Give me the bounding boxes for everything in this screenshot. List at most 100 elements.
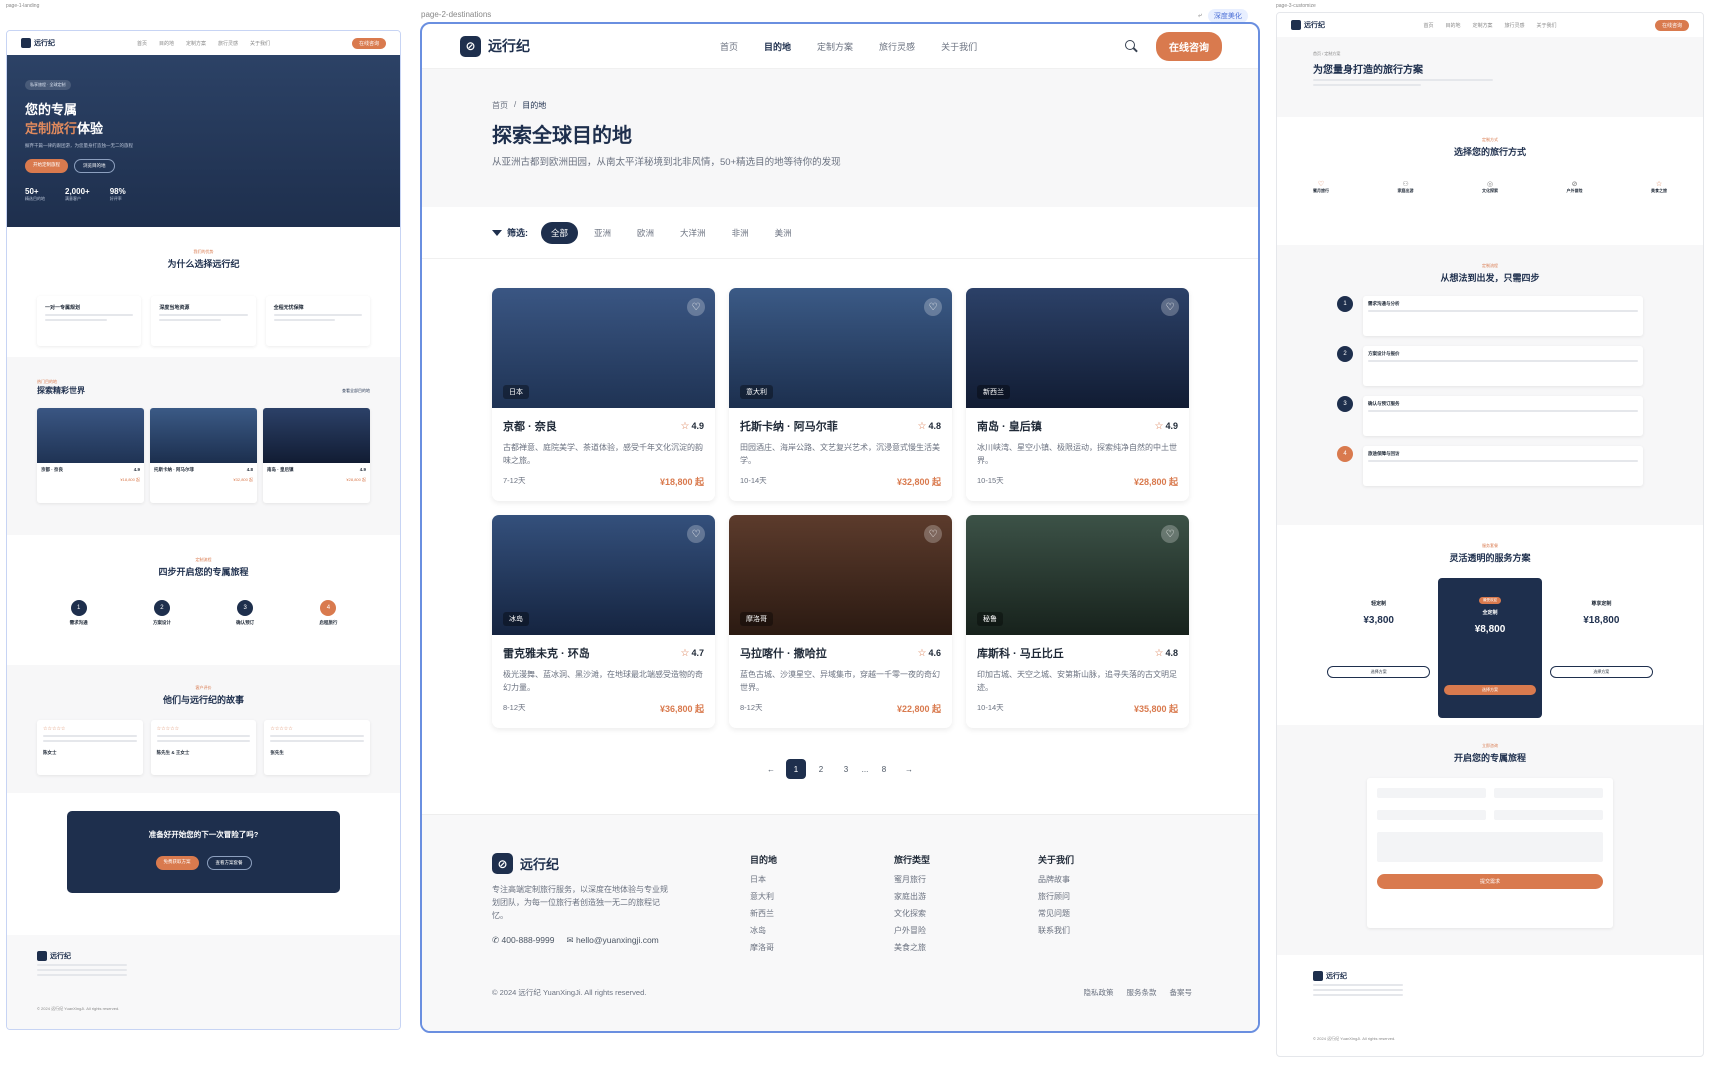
destination-image: ♡ 新西兰: [966, 288, 1189, 408]
heart-icon[interactable]: ♡: [1161, 298, 1179, 316]
hero-primary-button[interactable]: 开始定制旅程: [25, 159, 68, 173]
footer-link[interactable]: 蜜月旅行: [894, 874, 930, 885]
breadcrumb-home[interactable]: 首页: [492, 100, 508, 111]
filter-chip-oceania[interactable]: 大洋洲: [670, 222, 716, 244]
landing-page-frame[interactable]: 远行纪 首页 目的地 定制方案 旅行灵感 关于我们 在线咨询 私享旅程 · 全球…: [6, 30, 401, 1030]
country-tag: 秘鲁: [977, 612, 1003, 626]
mini-destination-card[interactable]: 京都 · 奈良 4.9 ¥18,800 起: [37, 408, 144, 503]
way-item[interactable]: ◎ 文化探索: [1482, 180, 1498, 194]
customize-page-thumbnail: page-3-customize 远行纪 首页 目的地 定制方案 旅行灵感 关于…: [1270, 0, 1710, 1065]
view-all-link[interactable]: 查看全部目的地: [342, 388, 370, 394]
footer-link[interactable]: 文化探索: [894, 908, 930, 919]
form-textarea[interactable]: [1377, 832, 1603, 862]
mini-cta-button[interactable]: 在线咨询: [351, 37, 386, 49]
footer-link[interactable]: 旅行顾问: [1038, 891, 1074, 902]
footer-link[interactable]: 美食之旅: [894, 942, 930, 953]
filter-chip-asia[interactable]: 亚洲: [584, 222, 621, 244]
page-button-8[interactable]: 8: [874, 759, 894, 779]
mini-nav-link[interactable]: 旅行灵感: [1505, 22, 1525, 29]
footer-logo[interactable]: ⊘ 远行纪: [492, 853, 672, 874]
mini-logo: 远行纪: [21, 38, 55, 48]
nav-link-plans[interactable]: 定制方案: [817, 40, 853, 53]
icp-link[interactable]: 备案号: [1170, 987, 1193, 998]
filter-chip-africa[interactable]: 非洲: [722, 222, 759, 244]
footer-link[interactable]: 摩洛哥: [750, 942, 777, 953]
nav-link-about[interactable]: 关于我们: [941, 40, 977, 53]
way-item[interactable]: ⊘ 户外冒险: [1567, 180, 1583, 194]
mini-nav-link[interactable]: 首页: [1423, 22, 1433, 29]
destination-card[interactable]: ♡ 意大利 托斯卡纳 · 阿马尔菲 ☆ 4.8 田园酒庄、海岸公路、文艺复兴艺术，沉浸…: [729, 288, 952, 501]
nav-link-destinations[interactable]: 目的地: [764, 40, 791, 53]
nav-link-home[interactable]: 首页: [720, 40, 738, 53]
nav-link-inspiration[interactable]: 旅行灵感: [879, 40, 915, 53]
mini-nav-link[interactable]: 首页: [137, 40, 147, 47]
trip-price: ¥28,800 起: [1133, 477, 1178, 487]
trip-duration: 10-14天: [740, 476, 767, 485]
page-button-1[interactable]: 1: [786, 759, 806, 779]
heart-icon[interactable]: ♡: [1161, 525, 1179, 543]
footer-link[interactable]: 家庭出游: [894, 891, 930, 902]
mini-destination-card[interactable]: 托斯卡纳 · 阿马尔菲 4.8 ¥32,800 起: [150, 408, 257, 503]
plan-card: 尊享定制 ¥18,800 选择方案: [1549, 588, 1653, 708]
destination-card[interactable]: ♡ 摩洛哥 马拉喀什 · 撒哈拉 ☆ 4.6 蓝色古城、沙漠星空、异域集市，穿越一千零…: [729, 515, 952, 728]
filter-chip-europe[interactable]: 欧洲: [627, 222, 664, 244]
way-item[interactable]: ☆ 美食之旅: [1651, 180, 1667, 194]
cta-primary-button[interactable]: 免费获取方案: [155, 856, 199, 870]
way-item[interactable]: ♡ 蜜月旅行: [1313, 180, 1329, 194]
form-field[interactable]: [1377, 788, 1486, 798]
footer-email[interactable]: ✉ hello@yuanxingji.com: [566, 935, 658, 946]
footer-link[interactable]: 日本: [750, 874, 777, 885]
mini-nav-link[interactable]: 目的地: [1445, 22, 1460, 29]
heart-icon[interactable]: ♡: [924, 525, 942, 543]
privacy-link[interactable]: 隐私政策: [1084, 987, 1114, 998]
enhance-button[interactable]: 深度美化: [1207, 9, 1248, 23]
mini-nav-link[interactable]: 目的地: [159, 40, 174, 47]
footer-link[interactable]: 冰岛: [750, 925, 777, 936]
page-button-3[interactable]: 3: [836, 759, 856, 779]
footer-link[interactable]: 新西兰: [750, 908, 777, 919]
mini-nav-link[interactable]: 定制方案: [186, 40, 206, 47]
footer-link[interactable]: 联系我们: [1038, 925, 1074, 936]
form-field[interactable]: [1494, 810, 1603, 820]
footer-link[interactable]: 品牌故事: [1038, 874, 1074, 885]
footer-link[interactable]: 常见问题: [1038, 908, 1074, 919]
mini-nav-link[interactable]: 关于我们: [250, 40, 270, 47]
hero-secondary-button[interactable]: 浏览目的地: [74, 159, 115, 173]
filter-chip-americas[interactable]: 美洲: [765, 222, 802, 244]
prev-page-button[interactable]: ←: [761, 759, 781, 779]
submit-button[interactable]: 提交需求: [1377, 874, 1603, 889]
destination-card[interactable]: ♡ 秘鲁 库斯科 · 马丘比丘 ☆ 4.8 印加古城、天空之城、安第斯山脉，追寻失落的…: [966, 515, 1189, 728]
search-icon[interactable]: [1124, 39, 1138, 53]
cta-secondary-button[interactable]: 查看方案套餐: [206, 856, 252, 870]
mini-destination-card[interactable]: 南岛 · 皇后镇 4.9 ¥28,800 起: [263, 408, 370, 503]
next-page-button[interactable]: →: [899, 759, 919, 779]
footer-link[interactable]: 户外冒险: [894, 925, 930, 936]
page-button-2[interactable]: 2: [811, 759, 831, 779]
plan-select-button[interactable]: 选择方案: [1549, 666, 1653, 678]
destination-card[interactable]: ♡ 冰岛 雷克雅未克 · 环岛 ☆ 4.7 极光漫舞、蓝冰洞、黑沙滩，在地球最北端感受…: [492, 515, 715, 728]
collapse-icon[interactable]: ⤶: [1198, 12, 1202, 20]
process-step: 3 确认与预订服务: [1337, 396, 1643, 436]
destination-card[interactable]: ♡ 新西兰 南岛 · 皇后镇 ☆ 4.9 冰川峡湾、星空小镇、极限运动，探索纯净自然的…: [966, 288, 1189, 501]
mini-nav-link[interactable]: 旅行灵感: [218, 40, 238, 47]
consult-button[interactable]: 在线咨询: [1156, 31, 1222, 61]
customize-page-frame[interactable]: 远行纪 首页 目的地 定制方案 旅行灵感 关于我们 在线咨询 首页 / 定制方案…: [1276, 12, 1704, 1057]
mini-cta-button[interactable]: 在线咨询: [1654, 19, 1689, 31]
footer-phone[interactable]: ✆ 400-888-9999: [492, 935, 554, 946]
heart-icon[interactable]: ♡: [687, 298, 705, 316]
plan-select-button[interactable]: 选择方案: [1444, 685, 1536, 695]
rating: ☆ 4.9: [680, 420, 704, 432]
terms-link[interactable]: 服务条款: [1127, 987, 1157, 998]
plan-select-button[interactable]: 选择方案: [1327, 666, 1431, 678]
brand-logo[interactable]: ⊘ 远行纪: [460, 35, 530, 57]
mini-nav-link[interactable]: 关于我们: [1537, 22, 1557, 29]
heart-icon[interactable]: ♡: [687, 525, 705, 543]
mini-nav-link[interactable]: 定制方案: [1472, 22, 1492, 29]
form-field[interactable]: [1494, 788, 1603, 798]
way-item[interactable]: ⚇ 家庭出游: [1398, 180, 1414, 194]
heart-icon[interactable]: ♡: [924, 298, 942, 316]
form-field[interactable]: [1377, 810, 1486, 820]
destination-card[interactable]: ♡ 日本 京都 · 奈良 ☆ 4.9 古都禅意、庭院美学、茶道体验，感受千年文化沉淀的…: [492, 288, 715, 501]
filter-chip-all[interactable]: 全部: [541, 221, 579, 244]
footer-link[interactable]: 意大利: [750, 891, 777, 902]
